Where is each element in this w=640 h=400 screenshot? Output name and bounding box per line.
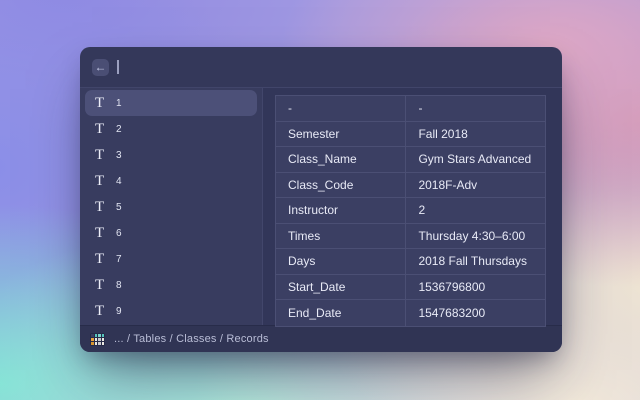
back-button[interactable]: ← [92,59,109,76]
sidebar-item-label: 4 [116,176,122,187]
field-value-cell[interactable]: 2018F-Adv [406,173,545,198]
field-name-cell: End_Date [276,300,406,326]
field-name-cell: Days [276,249,406,274]
status-bar: ... / Tables / Classes / Records [80,325,562,352]
field-value-cell[interactable]: 2 [406,198,545,223]
text-cursor [117,60,119,74]
field-value-cell[interactable]: 1547683200 [406,300,545,326]
field-name-cell: - [276,96,406,121]
sidebar-item-record-5[interactable]: T 5 [85,194,257,220]
field-name-cell: Instructor [276,198,406,223]
sidebar-item-label: 7 [116,254,122,265]
table-row: Days 2018 Fall Thursdays [276,249,545,275]
sidebar-item-record-2[interactable]: T 2 [85,116,257,142]
breadcrumb[interactable]: ... / Tables / Classes / Records [114,333,269,345]
text-type-icon: T [95,148,107,163]
text-type-icon: T [95,304,107,319]
sidebar-item-label: 3 [116,150,122,161]
sidebar-item-record-9[interactable]: T 9 [85,298,257,324]
table-row: Instructor 2 [276,198,545,224]
sidebar-item-record-7[interactable]: T 7 [85,246,257,272]
table-row: - - [276,96,545,122]
table-row: End_Date 1547683200 [276,300,545,326]
field-value-cell[interactable]: Gym Stars Advanced [406,147,545,172]
table-row: Semester Fall 2018 [276,122,545,148]
text-type-icon: T [95,174,107,189]
sidebar-item-label: 2 [116,124,122,135]
sidebar-item-record-8[interactable]: T 8 [85,272,257,298]
text-type-icon: T [95,122,107,137]
sidebar-item-label: 8 [116,280,122,291]
field-name-cell: Times [276,224,406,249]
table-row: Start_Date 1536796800 [276,275,545,301]
text-type-icon: T [95,278,107,293]
sidebar-item-record-6[interactable]: T 6 [85,220,257,246]
table-row: Class_Name Gym Stars Advanced [276,147,545,173]
field-name-cell: Class_Name [276,147,406,172]
window-body: T 1 T 2 T 3 T 4 T 5 T 6 [80,88,562,325]
sidebar-item-label: 1 [116,98,122,109]
table-grid-icon[interactable] [90,333,105,346]
sidebar-item-record-3[interactable]: T 3 [85,142,257,168]
title-input[interactable] [117,47,550,87]
field-name-cell: Semester [276,122,406,147]
table-row: Class_Code 2018F-Adv [276,173,545,199]
record-fields-table: - - Semester Fall 2018 Class_Name Gym St… [275,95,546,327]
sidebar-item-label: 6 [116,228,122,239]
records-sidebar: T 1 T 2 T 3 T 4 T 5 T 6 [80,88,263,325]
app-window: ← T 1 T 2 T 3 T 4 T 5 [80,47,562,352]
text-type-icon: T [95,96,107,111]
record-detail-panel: - - Semester Fall 2018 Class_Name Gym St… [263,88,562,325]
field-value-cell[interactable]: Thursday 4:30–6:00 [406,224,545,249]
field-value-cell[interactable]: Fall 2018 [406,122,545,147]
text-type-icon: T [95,200,107,215]
field-name-cell: Class_Code [276,173,406,198]
window-header: ← [80,47,562,88]
sidebar-item-label: 5 [116,202,122,213]
field-name-cell: Start_Date [276,275,406,300]
field-value-cell[interactable]: - [406,96,545,121]
sidebar-item-label: 9 [116,306,122,317]
sidebar-item-record-4[interactable]: T 4 [85,168,257,194]
sidebar-item-record-1[interactable]: T 1 [85,90,257,116]
field-value-cell[interactable]: 2018 Fall Thursdays [406,249,545,274]
table-row: Times Thursday 4:30–6:00 [276,224,545,250]
text-type-icon: T [95,252,107,267]
text-type-icon: T [95,226,107,241]
field-value-cell[interactable]: 1536796800 [406,275,545,300]
